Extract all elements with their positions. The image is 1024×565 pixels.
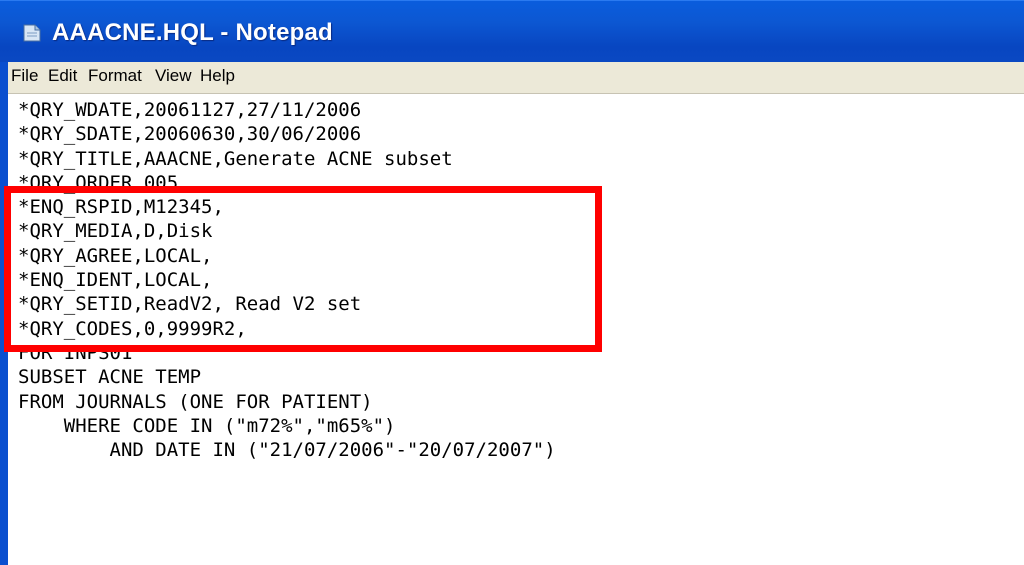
editor-line: *QRY_WDATE,20061127,27/11/2006 (18, 99, 362, 121)
window-title: AAACNE.HQL - Notepad (52, 19, 333, 46)
editor-line: *QRY_TITLE,AAACNE,Generate ACNE subset (18, 147, 453, 170)
menu-view[interactable]: View (155, 66, 192, 86)
editor-line: AND DATE IN ("21/07/2006"-"20/07/2007") (18, 439, 556, 462)
menu-bar: File Edit Format View Help (8, 62, 1024, 94)
notepad-icon (23, 24, 41, 42)
menu-file[interactable]: File (11, 66, 38, 86)
title-bar[interactable]: AAACNE.HQL - Notepad (0, 0, 1024, 62)
menu-edit[interactable]: Edit (48, 66, 77, 86)
menu-help[interactable]: Help (200, 66, 235, 86)
editor-line: SUBSET ACNE TEMP (18, 366, 202, 389)
editor-line: *QRY_SDATE,20060630,30/06/2006 (18, 123, 362, 146)
editor-line: FROM JOURNALS (ONE FOR PATIENT) (18, 390, 373, 413)
editor-line: WHERE CODE IN ("m72%","m65%") (18, 414, 396, 437)
highlight-box (4, 186, 602, 352)
notepad-window: AAACNE.HQL - Notepad File Edit Format Vi… (0, 0, 1024, 565)
menu-format[interactable]: Format (88, 66, 142, 86)
